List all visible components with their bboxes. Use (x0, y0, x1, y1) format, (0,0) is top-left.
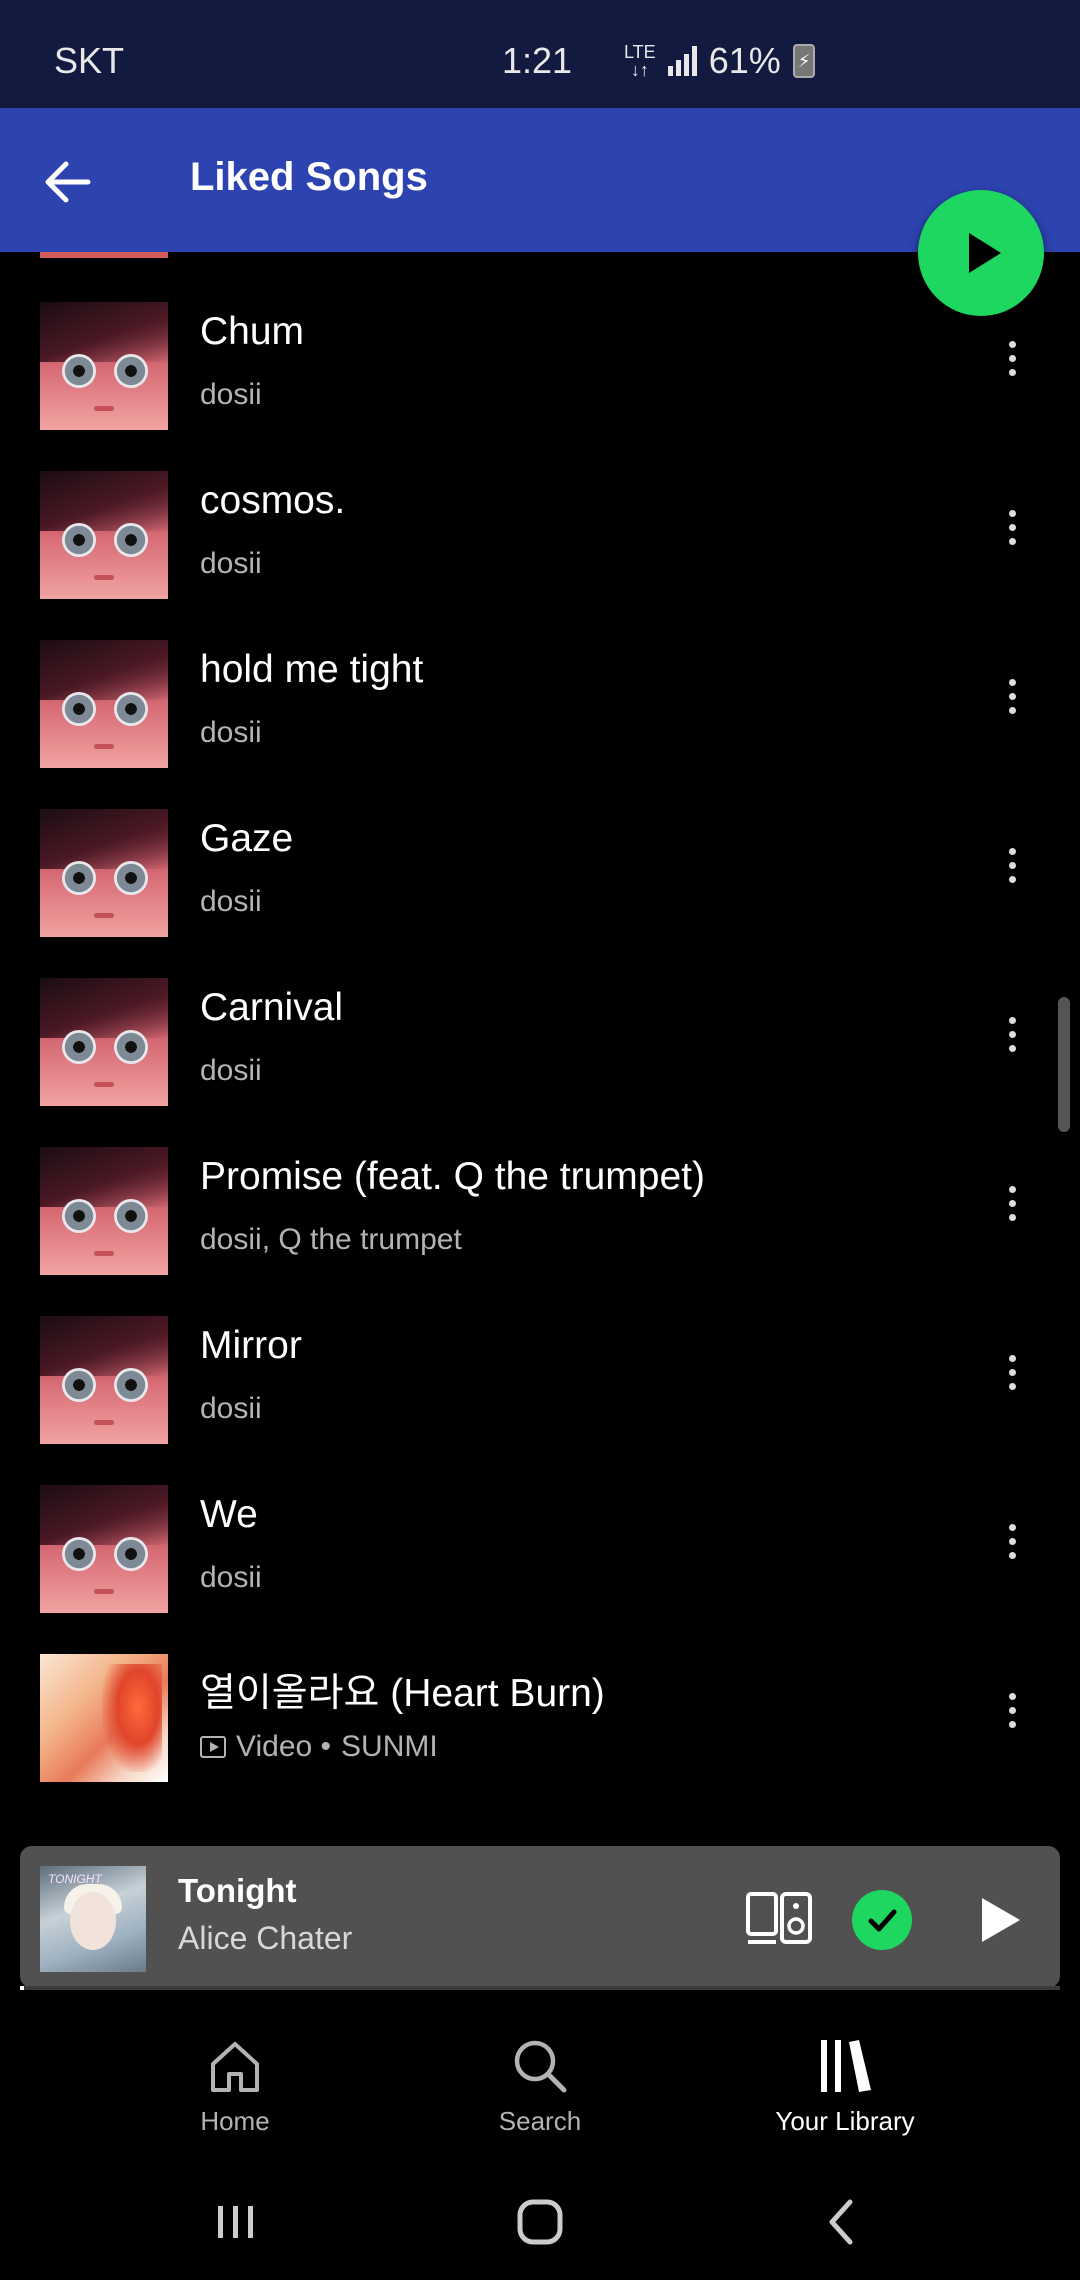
video-label: Video • (236, 1730, 332, 1763)
status-clock: 1:21 (502, 40, 573, 81)
song-artist: dosii (200, 1561, 262, 1595)
library-icon (821, 2040, 871, 2092)
album-art (40, 809, 168, 937)
play-icon (969, 233, 1001, 273)
artist-name: dosii (200, 885, 262, 918)
liked-check-icon[interactable] (852, 1890, 912, 1950)
song-row[interactable]: We dosii (0, 1485, 1080, 1654)
song-row[interactable]: hold me tight dosii (0, 640, 1080, 809)
song-row[interactable]: Gaze dosii (0, 809, 1080, 978)
song-row[interactable]: 열이올라요 (Heart Burn) Video • SUNMI (0, 1654, 1080, 1823)
artist-name: dosii (200, 378, 262, 411)
song-title: Promise (feat. Q the trumpet) (200, 1155, 706, 1198)
song-row[interactable]: Mirror dosii (0, 1316, 1080, 1485)
album-art (40, 471, 168, 599)
more-options-icon[interactable] (992, 1004, 1032, 1064)
song-title: Chum (200, 310, 305, 353)
artist-name: dosii (200, 547, 262, 580)
artist-name: dosii, Q the trumpet (200, 1223, 462, 1256)
song-artist: dosii (200, 716, 262, 750)
song-list[interactable]: Chum dosii cosmos. dosii hold me tight d… (0, 252, 1080, 1852)
now-playing-art: TONIGHT (40, 1866, 146, 1972)
song-artist: dosii (200, 885, 262, 919)
back-system-icon[interactable] (812, 2192, 872, 2252)
carrier-name: SKT (54, 40, 125, 81)
more-options-icon[interactable] (992, 1173, 1032, 1233)
song-row[interactable]: Promise (feat. Q the trumpet) dosii, Q t… (0, 1147, 1080, 1316)
song-title: We (200, 1493, 258, 1536)
network-label: LTE (624, 42, 656, 62)
battery-charging-icon: ⚡ (792, 44, 815, 78)
album-art-title: TONIGHT (48, 1872, 102, 1886)
video-thumbnail (40, 1654, 168, 1782)
nav-your-library[interactable]: Your Library (745, 2034, 945, 2137)
more-options-icon[interactable] (992, 1511, 1032, 1571)
bottom-navigation: Home Search Your Library (0, 1990, 1080, 2160)
song-artist: dosii (200, 378, 262, 412)
now-playing-artist: Alice Chater (178, 1920, 353, 1956)
album-art (40, 1485, 168, 1613)
song-title: hold me tight (200, 648, 424, 691)
home-icon (211, 2042, 259, 2092)
song-title: cosmos. (200, 479, 346, 522)
previous-row-artwork (40, 252, 168, 258)
album-art (40, 1147, 168, 1275)
more-options-icon[interactable] (992, 1680, 1032, 1740)
album-art (40, 1316, 168, 1444)
song-artist: dosii (200, 1392, 262, 1426)
battery-percent: 61% (708, 40, 781, 81)
now-playing-title: Tonight (178, 1872, 297, 1909)
scrollbar-thumb[interactable] (1058, 997, 1070, 1132)
system-icons: LTE ↓↑ 61% ⚡ (624, 40, 815, 82)
playback-progress-fill (20, 1986, 25, 1990)
artist-name: SUNMI (341, 1730, 438, 1763)
home-system-icon[interactable] (510, 2192, 570, 2252)
status-bar: SKT 1:21 LTE ↓↑ 61% ⚡ (0, 0, 1080, 108)
song-artist: Video • SUNMI (200, 1730, 438, 1764)
recent-apps-icon[interactable] (206, 2192, 266, 2252)
play-icon[interactable] (968, 1890, 1028, 1950)
nav-search-label: Search (498, 2106, 582, 2136)
page-title: Liked Songs (190, 155, 428, 199)
song-artist: dosii (200, 1054, 262, 1088)
song-title: Carnival (200, 986, 344, 1029)
song-artist: dosii (200, 547, 262, 581)
video-icon (200, 1736, 226, 1758)
nav-home[interactable]: Home (135, 2034, 335, 2137)
song-title: Mirror (200, 1324, 302, 1367)
song-row[interactable]: Carnival dosii (0, 978, 1080, 1147)
artist-name: dosii (200, 1561, 262, 1594)
header-bar: Liked Songs (0, 108, 1080, 252)
nav-search[interactable]: Search (440, 2034, 640, 2137)
song-row[interactable]: Chum dosii (0, 302, 1080, 471)
mini-player[interactable]: TONIGHT Tonight Alice Chater (20, 1846, 1060, 1988)
more-options-icon[interactable] (992, 835, 1032, 895)
song-row[interactable]: cosmos. dosii (0, 471, 1080, 640)
connect-device-icon[interactable] (744, 1888, 814, 1948)
nav-library-label: Your Library (775, 2106, 915, 2136)
artist-name: dosii (200, 1392, 262, 1425)
nav-home-label: Home (200, 2106, 270, 2136)
album-art (40, 640, 168, 768)
album-art (40, 302, 168, 430)
more-options-icon[interactable] (992, 497, 1032, 557)
signal-icon (667, 46, 697, 76)
song-artist: dosii, Q the trumpet (200, 1223, 462, 1257)
lte-icon: LTE ↓↑ (624, 42, 656, 80)
artist-name: dosii (200, 716, 262, 749)
shuffle-play-button[interactable] (918, 190, 1044, 316)
more-options-icon[interactable] (992, 1342, 1032, 1402)
back-arrow-icon[interactable] (36, 150, 100, 214)
song-title: 열이올라요 (Heart Burn) (200, 1672, 605, 1715)
artist-name: dosii (200, 1054, 262, 1087)
playback-progress (20, 1986, 1060, 1990)
system-navigation-bar (0, 2160, 1080, 2280)
search-icon (514, 2040, 567, 2093)
album-art (40, 978, 168, 1106)
more-options-icon[interactable] (992, 328, 1032, 388)
song-title: Gaze (200, 817, 294, 860)
more-options-icon[interactable] (992, 666, 1032, 726)
